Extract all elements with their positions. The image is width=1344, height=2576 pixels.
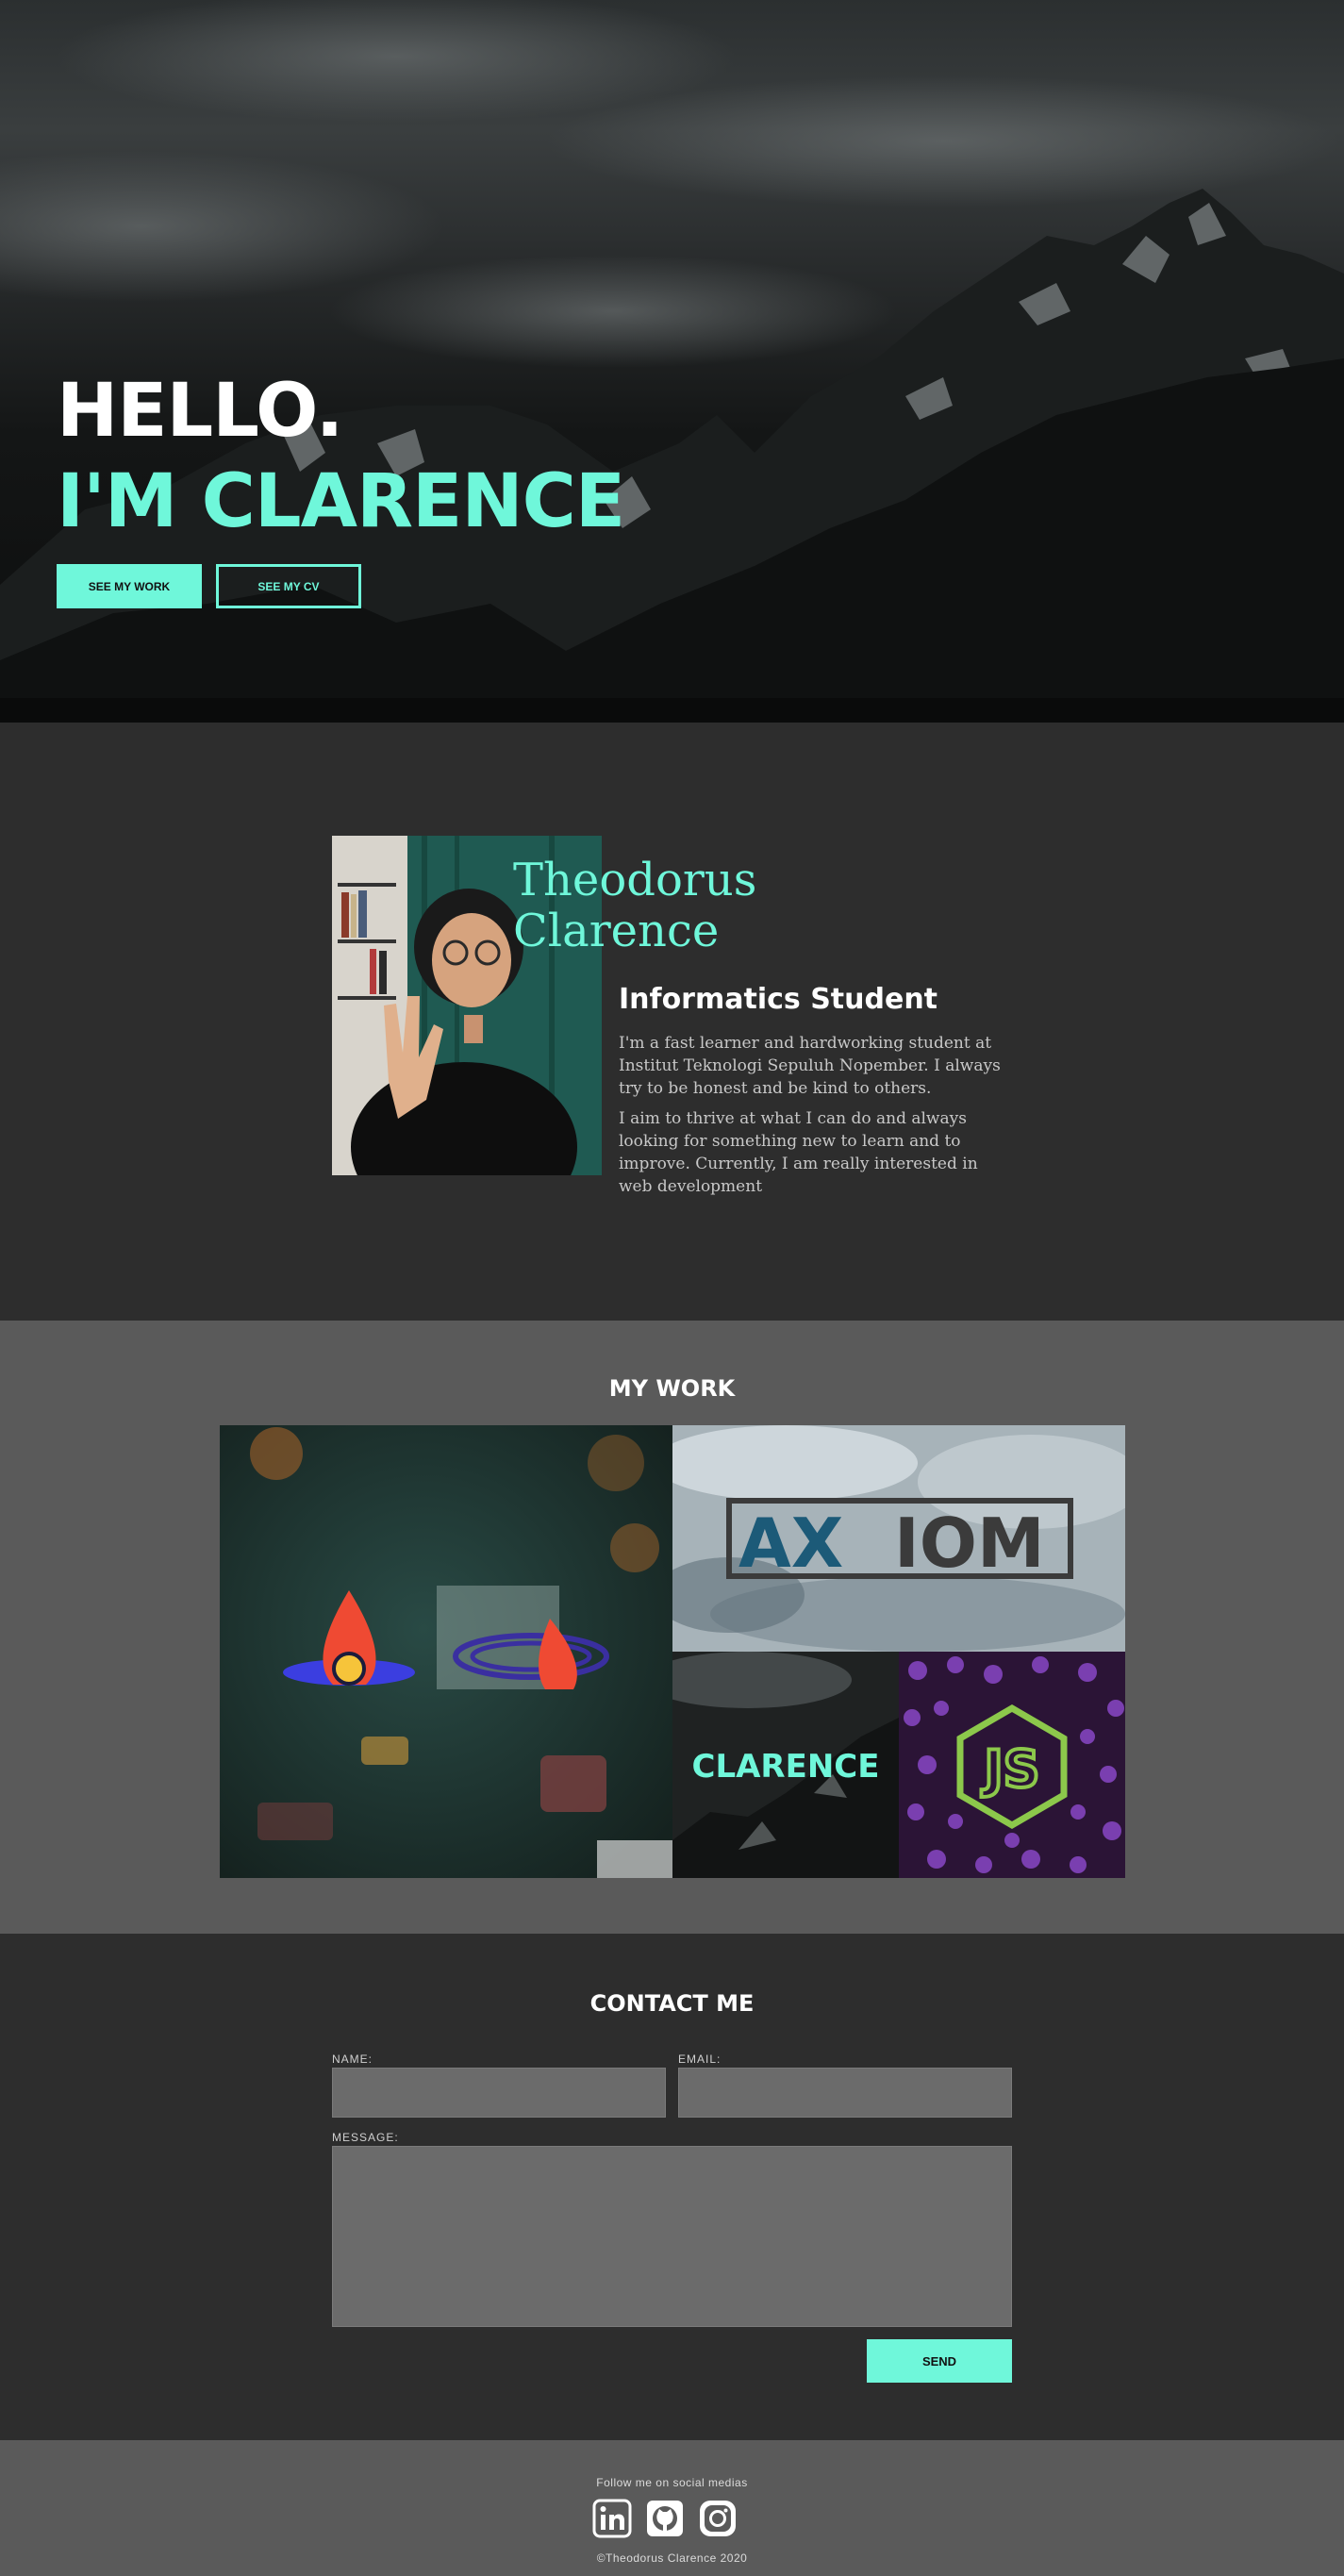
nodejs-text: JS <box>981 1739 1040 1799</box>
about-role: Informatics Student <box>619 983 938 1016</box>
svg-text:CLARENCE: CLARENCE <box>692 1748 880 1786</box>
footer: Follow me on social medias ©Theodorus Cl… <box>0 2440 1344 2576</box>
follow-text: Follow me on social medias <box>596 2476 748 2489</box>
work-title: MY WORK <box>608 1375 736 1402</box>
name-field[interactable] <box>332 2068 666 2118</box>
email-field[interactable] <box>678 2068 1012 2118</box>
work-tile-clarence[interactable]: CLARENCE <box>672 1652 899 1878</box>
github-icon[interactable] <box>645 2499 685 2538</box>
copyright-text: ©Theodorus Clarence 2020 <box>596 2551 748 2565</box>
about-section: Theodorus Clarence Informatics Student I… <box>0 723 1344 1321</box>
hero-greeting: HELLO. <box>57 369 343 454</box>
send-button[interactable]: SEND <box>867 2339 1012 2383</box>
about-name-last: Clarence <box>513 905 720 957</box>
message-label: MESSAGE: <box>332 2131 399 2144</box>
hero-heading: HELLO. I'M CLARENCE <box>57 366 625 547</box>
about-name: Theodorus Clarence <box>513 855 756 956</box>
clarence-portfolio-thumbnail: CLARENCE <box>672 1652 899 1878</box>
email-label: EMAIL: <box>678 2052 722 2066</box>
about-bio: I'm a fast learner and hardworking stude… <box>619 1032 1015 1205</box>
see-my-work-button[interactable]: SEE MY WORK <box>57 564 202 608</box>
see-my-cv-button[interactable]: SEE MY CV <box>216 564 361 608</box>
work-tile-nodejs[interactable]: JS <box>899 1652 1125 1878</box>
hero-name: I'M CLARENCE <box>57 459 625 544</box>
about-name-first: Theodorus <box>513 854 757 906</box>
work-section: MY WORK AX IOM CLARENCE JS <box>0 1321 1344 1934</box>
rocket-planet-logo <box>220 1425 672 1878</box>
svg-text:IOM: IOM <box>894 1504 1045 1583</box>
name-label: NAME: <box>332 2052 373 2066</box>
mountain-background <box>0 0 1344 723</box>
nodejs-logo: JS <box>899 1652 1125 1878</box>
work-tile-axiom[interactable]: AX IOM <box>672 1425 1125 1652</box>
instagram-icon[interactable] <box>698 2499 738 2538</box>
hero-section: HELLO. I'M CLARENCE SEE MY WORK SEE MY C… <box>0 0 1344 723</box>
contact-section: CONTACT ME NAME: EMAIL: MESSAGE: SEND <box>0 1934 1344 2440</box>
message-field[interactable] <box>332 2146 1012 2327</box>
about-bio-paragraph-1: I'm a fast learner and hardworking stude… <box>619 1034 1001 1098</box>
work-tile-rocket[interactable] <box>220 1425 672 1878</box>
linkedin-icon[interactable] <box>592 2499 632 2538</box>
contact-title: CONTACT ME <box>589 1990 755 2017</box>
about-bio-paragraph-2: I aim to thrive at what I can do and alw… <box>619 1109 978 1196</box>
axiom-logo: AX IOM <box>672 1425 1125 1652</box>
axiom-text: AX <box>738 1504 843 1583</box>
